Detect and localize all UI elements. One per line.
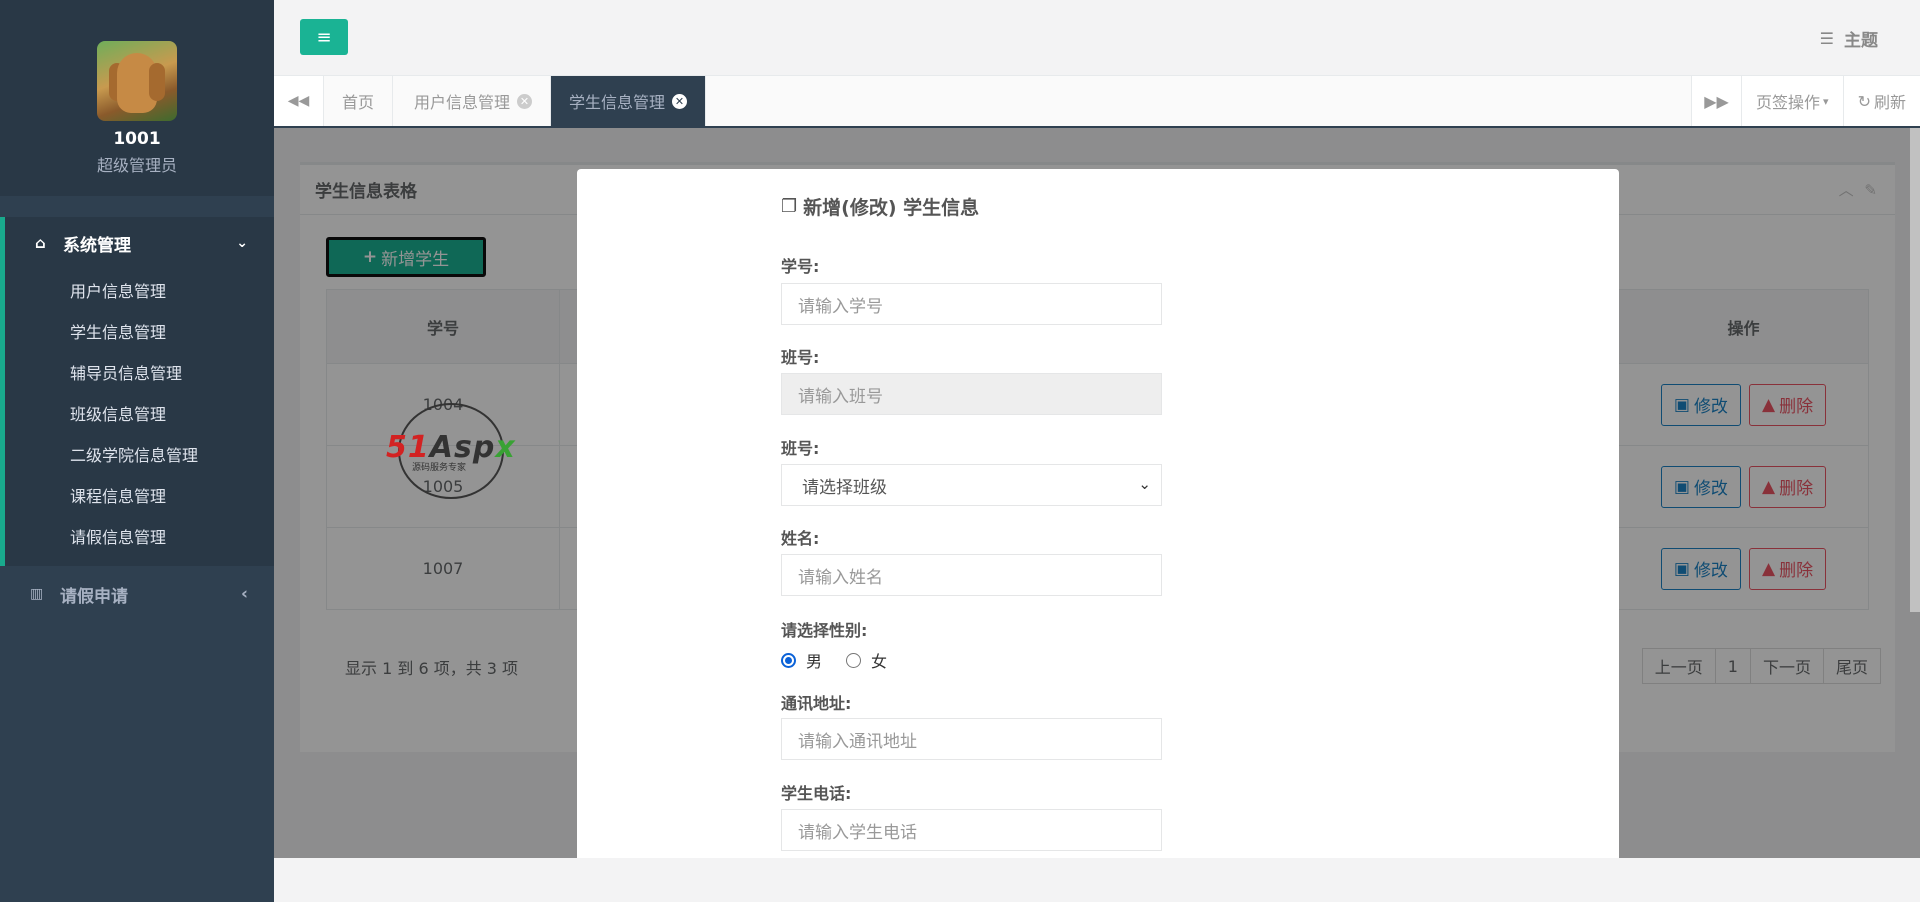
theme-label: 主题 — [1844, 31, 1878, 51]
student-form-modal: ❐ 新增(修改) 学生信息 学号: 请输入学号 班号: 请输入班号 班号: 请选… — [577, 169, 1619, 858]
address-label: 通讯地址: — [781, 694, 852, 713]
tab-label: 学生信息管理 — [569, 93, 666, 112]
sidebar-item-class-info[interactable]: 班级信息管理 — [5, 392, 274, 433]
modal-title: ❐ 新增(修改) 学生信息 — [781, 193, 979, 220]
close-icon[interactable]: ✕ — [517, 93, 533, 109]
gender-female-radio[interactable] — [846, 652, 862, 668]
tab-label: 首页 — [342, 93, 375, 112]
refresh-icon: ↻ — [1857, 91, 1871, 111]
caret-down-icon: ▾ — [1823, 94, 1829, 108]
address-input[interactable]: 请输入通讯地址 — [781, 718, 1162, 760]
sidebar-item-user-info[interactable]: 用户信息管理 — [5, 269, 274, 310]
theme-icon: ☰ — [1819, 29, 1834, 48]
tab-ops-label: 页签操作 — [1756, 93, 1821, 112]
name-label: 姓名: — [781, 529, 820, 548]
refresh-label: 刷新 — [1873, 93, 1906, 112]
nav-group-system: ⌂ 系统管理 ⌄ 用户信息管理 学生信息管理 辅导员信息管理 班级信息管理 二级… — [0, 217, 274, 566]
close-icon[interactable]: ✕ — [672, 93, 688, 109]
menu-toggle-button[interactable]: ≡ — [300, 19, 348, 55]
nav-system-label: 系统管理 — [63, 235, 131, 256]
tab-student-info[interactable]: 学生信息管理 ✕ — [551, 76, 707, 126]
student-id-label: 学号: — [781, 257, 820, 276]
tabs-actions: ▶▶ 页签操作 ▾ ↻ 刷新 — [1691, 76, 1920, 126]
profile-user-role: 超级管理员 — [96, 156, 177, 175]
home-icon: ⌂ — [35, 234, 46, 252]
sidebar-item-label: 二级学院信息管理 — [70, 445, 199, 465]
class-select-value: 请选择班级 — [802, 477, 887, 498]
nav-leave-label: 请假申请 — [60, 586, 128, 607]
gender-male-label: 男 — [806, 652, 823, 671]
scrollbar[interactable] — [1910, 128, 1920, 612]
modal-title-text: 新增(修改) 学生信息 — [803, 197, 980, 219]
class-select-label: 班号: — [781, 439, 820, 458]
sidebar-item-label: 用户信息管理 — [70, 281, 167, 301]
sidebar-item-label: 课程信息管理 — [70, 486, 167, 506]
refresh-button[interactable]: ↻ 刷新 — [1842, 76, 1920, 126]
name-input[interactable]: 请输入姓名 — [781, 554, 1162, 596]
phone-label: 学生电话: — [781, 784, 852, 803]
nav-system-management[interactable]: ⌂ 系统管理 ⌄ — [5, 217, 274, 269]
gender-female-label: 女 — [871, 652, 888, 671]
sidebar-item-label: 辅导员信息管理 — [70, 363, 183, 383]
phone-input[interactable]: 请输入学生电话 — [781, 809, 1162, 851]
student-id-input[interactable]: 请输入学号 — [781, 283, 1162, 325]
copy-icon: ❐ — [781, 196, 798, 217]
tab-user-info[interactable]: 用户信息管理 ✕ — [396, 76, 552, 126]
profile-user-id: 1001 — [113, 129, 161, 149]
avatar[interactable] — [97, 41, 177, 121]
nav-leave-application[interactable]: ▥ 请假申请 ‹ — [0, 566, 274, 622]
topbar: ≡ ☰ 主题 — [274, 0, 1920, 76]
sidebar-item-label: 请假信息管理 — [70, 527, 167, 547]
gender-radio-group: 男 女 — [781, 648, 887, 672]
chevron-down-icon: ⌄ — [1138, 475, 1151, 493]
chevron-down-icon: ⌄ — [236, 235, 248, 251]
gender-label: 请选择性别: — [781, 621, 868, 640]
watermark-subtitle: 源码服务专家 — [412, 463, 467, 473]
sidebar-item-leave-info[interactable]: 请假信息管理 — [5, 515, 274, 556]
double-left-arrow-icon: ◀◀ — [287, 93, 310, 109]
gender-male-radio[interactable] — [781, 652, 796, 668]
tabs-scroll-left-button[interactable]: ◀◀ — [274, 76, 324, 126]
sidebar-item-student-info[interactable]: 学生信息管理 — [5, 310, 274, 351]
sidebar-item-course-info[interactable]: 课程信息管理 — [5, 474, 274, 515]
bar-chart-icon: ▥ — [30, 586, 44, 602]
hamburger-icon: ≡ — [316, 26, 332, 48]
sidebar-item-label: 学生信息管理 — [70, 322, 167, 342]
chevron-left-icon: ‹ — [240, 584, 248, 604]
tab-home[interactable]: 首页 — [324, 76, 394, 126]
double-right-arrow-icon: ▶▶ — [1704, 91, 1729, 111]
tabs-bar: ◀◀ 首页 用户信息管理 ✕ 学生信息管理 ✕ ▶▶ 页签操作 ▾ ↻ 刷新 — [274, 76, 1920, 128]
page-footer-area — [274, 858, 1920, 902]
profile-panel: 1001 超级管理员 — [0, 0, 274, 196]
class-no-input: 请输入班号 — [781, 373, 1162, 415]
sidebar-item-college-info[interactable]: 二级学院信息管理 — [5, 433, 274, 474]
tabs-scroll-right-button[interactable]: ▶▶ — [1691, 76, 1741, 126]
class-select[interactable]: 请选择班级 ⌄ — [781, 464, 1162, 506]
sidebar-item-counselor-info[interactable]: 辅导员信息管理 — [5, 351, 274, 392]
tab-ops-dropdown[interactable]: 页签操作 ▾ — [1741, 76, 1843, 126]
class-no-label: 班号: — [781, 348, 820, 367]
sidebar: 1001 超级管理员 ⌂ 系统管理 ⌄ 用户信息管理 学生信息管理 辅导员信息管… — [0, 0, 274, 902]
theme-button[interactable]: ☰ 主题 — [1820, 26, 1878, 51]
tab-label: 用户信息管理 — [414, 93, 511, 112]
sidebar-item-label: 班级信息管理 — [70, 404, 167, 424]
